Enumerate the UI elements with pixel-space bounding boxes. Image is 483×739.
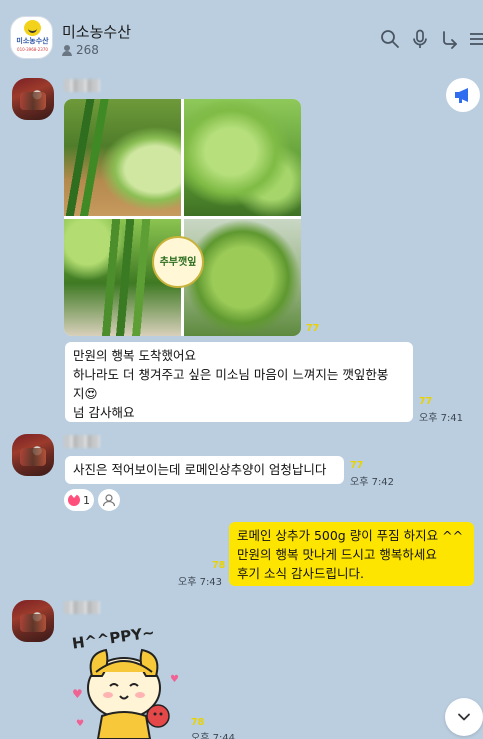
message-line: 하나라도 더 챙겨주고 싶은 미소님 마음이 느껴지는 깻잎한봉: [73, 367, 389, 382]
sender-name-blurred: [64, 601, 100, 614]
microphone-icon[interactable]: [410, 29, 430, 49]
menu-icon[interactable]: [468, 29, 483, 49]
megaphone-icon: [455, 88, 468, 103]
message-line: 로메인 상추가 500g 량이 푸짐 하지요 ^^: [237, 528, 464, 543]
search-icon[interactable]: [380, 29, 400, 49]
photo-grid[interactable]: [64, 99, 301, 336]
scroll-to-bottom-button[interactable]: [445, 698, 483, 736]
chevron-down-icon: [458, 713, 470, 721]
photo-perilla-package[interactable]: [184, 219, 301, 336]
photo-vegetables-1[interactable]: [64, 99, 181, 216]
message-line: 만원의 행복 맛나게 드시고 행복하세요: [237, 547, 437, 562]
message-time: 오후 7:44: [191, 733, 236, 739]
person-icon: [62, 44, 72, 56]
sticker-text: H^^PPY~: [71, 628, 156, 653]
message-text: 사진은 적어보이는데 로메인상추양이 엄청납니다: [73, 462, 327, 477]
notice-button[interactable]: [446, 78, 480, 112]
add-reaction-button[interactable]: [98, 489, 120, 511]
add-reaction-icon: [102, 494, 116, 507]
logo-text: 미소농수산: [16, 37, 49, 45]
room-title: 미소농수산: [62, 23, 132, 41]
photo-lettuce[interactable]: [184, 99, 301, 216]
logo-phone: 010-3968-2370: [17, 47, 48, 52]
read-count: 78: [212, 560, 226, 571]
my-message-bubble[interactable]: 로메인 상추가 500g 량이 푸짐 하지요 ^^ 만원의 행복 맛나게 드시고…: [229, 522, 474, 586]
read-count: 77: [306, 323, 320, 334]
message-line: 지😍: [73, 386, 98, 401]
message-time: 오후 7:41: [419, 413, 464, 424]
svg-text:♥: ♥: [170, 674, 179, 685]
chat-header: 미소농수산 010-3968-2370 미소농수산 268: [0, 0, 483, 70]
message-bubble[interactable]: 사진은 적어보이는데 로메인상추양이 엄청납니다: [65, 456, 344, 484]
message-bubble[interactable]: 만원의 행복 도착했어요 하나라도 더 챙겨주고 싶은 미소님 마음이 느껴지는…: [65, 342, 413, 422]
message-line: 후기 소식 감사드립니다.: [237, 566, 364, 581]
reaction-heart[interactable]: 1: [64, 489, 94, 511]
room-profile-logo[interactable]: 미소농수산 010-3968-2370: [10, 16, 53, 59]
read-count: 77: [350, 460, 364, 471]
sun-logo-icon: [24, 20, 41, 36]
sender-avatar[interactable]: [12, 600, 54, 642]
member-count-value: 268: [76, 43, 99, 57]
message-time: 오후 7:43: [178, 577, 223, 588]
share-icon[interactable]: [440, 29, 460, 49]
read-count: 77: [419, 396, 433, 407]
heart-icon: [68, 491, 80, 506]
sender-name-blurred: [64, 435, 100, 448]
member-count[interactable]: 268: [62, 43, 99, 57]
sender-avatar[interactable]: [12, 434, 54, 476]
reaction-count: 1: [83, 493, 90, 507]
svg-text:♥: ♥: [76, 719, 84, 729]
message-line: 만원의 행복 도착했어요: [73, 348, 196, 363]
svg-text:♥: ♥: [72, 687, 83, 701]
sender-avatar[interactable]: [12, 78, 54, 120]
message-time: 오후 7:42: [350, 477, 395, 488]
read-count: 78: [191, 717, 205, 728]
message-line: 넘 감사해요: [73, 405, 135, 420]
package-label: 추부깻잎: [152, 236, 204, 288]
happy-sticker[interactable]: H^^PPY~ ♥ ♥ ♥: [66, 628, 190, 739]
sender-name-blurred: [64, 79, 100, 92]
